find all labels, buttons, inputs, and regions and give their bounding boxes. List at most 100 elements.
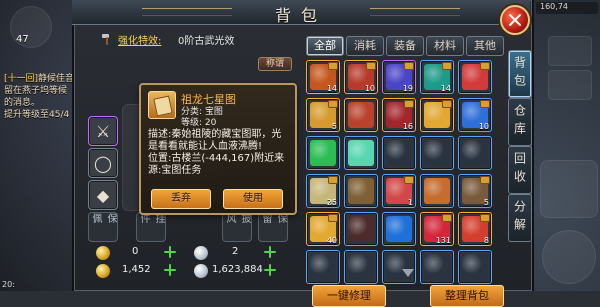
inventory-slot[interactable] xyxy=(344,250,378,284)
hud-button[interactable] xyxy=(548,36,592,66)
add-currency-icon[interactable] xyxy=(264,246,276,258)
ring-icon: ◯ xyxy=(94,153,112,173)
tab-all[interactable]: 全部 xyxy=(306,36,344,56)
item-quantity: 25 xyxy=(326,198,337,207)
inventory-slot[interactable] xyxy=(344,136,378,170)
scroll-icon xyxy=(153,95,173,117)
bound-icon xyxy=(404,100,414,108)
effect-value: 0阶古武光效 xyxy=(178,36,235,47)
title-badge[interactable]: 称谓 xyxy=(258,57,292,71)
hud-button[interactable] xyxy=(548,70,592,100)
inventory-slot[interactable]: 40 xyxy=(306,212,340,246)
item-icon xyxy=(424,254,450,280)
currency-row-1: 0 2 xyxy=(82,244,292,262)
inventory-slot[interactable] xyxy=(344,98,378,132)
inventory-slot[interactable] xyxy=(420,250,454,284)
inventory-slot[interactable] xyxy=(420,98,454,132)
inventory-slot[interactable] xyxy=(458,60,492,94)
tab-consumables[interactable]: 消耗 xyxy=(346,36,384,56)
use-button[interactable]: 使用 xyxy=(223,189,283,209)
inventory-slot[interactable] xyxy=(420,136,454,170)
sort-bag-button[interactable]: 整理背包 xyxy=(430,285,504,307)
inventory-slot[interactable] xyxy=(382,136,416,170)
equip-label-1[interactable]: 保 佩 xyxy=(88,212,118,242)
equip-slot-weapon[interactable]: ⚔ xyxy=(88,116,118,146)
add-currency-icon[interactable] xyxy=(164,246,176,258)
chat-line: 留在燕子坞等候 xyxy=(4,86,67,97)
side-tab-recycle[interactable]: 回收 xyxy=(508,146,532,194)
inventory-slot[interactable] xyxy=(382,212,416,246)
side-tabs: 背包 仓库 回收 分解 xyxy=(508,50,532,250)
inventory-slot[interactable]: 8 xyxy=(458,212,492,246)
equip-label-3[interactable]: 披 风 xyxy=(222,212,252,242)
inventory-slot[interactable]: 5 xyxy=(306,98,340,132)
side-tab-warehouse[interactable]: 仓库 xyxy=(508,98,532,146)
tab-materials[interactable]: 材料 xyxy=(426,36,464,56)
bound-icon xyxy=(404,176,414,184)
treasure-map-icon xyxy=(148,91,176,119)
tab-other[interactable]: 其他 xyxy=(466,36,504,56)
equip-label-2[interactable]: 挂 件 xyxy=(136,212,166,242)
item-quantity: 16 xyxy=(402,122,413,131)
chat-text: 静候佳音 xyxy=(38,74,75,84)
inventory-slot[interactable]: 5 xyxy=(458,174,492,208)
inventory-area: 全部 消耗 装备 材料 其他 14 10 19 14 5 16 10 25 1 5 40 131 8 一… xyxy=(306,28,506,307)
currency-value-right-1: 2 xyxy=(232,246,239,257)
chat-text: 留在燕子坞等候 xyxy=(4,86,68,96)
equip-slot-armor[interactable]: ◆ xyxy=(88,180,118,210)
inventory-slot[interactable]: 131 xyxy=(420,212,454,246)
inventory-slot[interactable]: 25 xyxy=(306,174,340,208)
chat-line: 提升等级至45/4 xyxy=(4,110,69,121)
inventory-slot[interactable] xyxy=(382,250,416,284)
inventory-slot[interactable]: 19 xyxy=(382,60,416,94)
bound-icon xyxy=(328,62,338,70)
side-tab-bag[interactable]: 背包 xyxy=(508,50,532,98)
hammer-icon xyxy=(102,34,109,45)
inventory-slot[interactable]: 14 xyxy=(420,60,454,94)
inventory-slot[interactable] xyxy=(420,174,454,208)
right-hud: 160,74 xyxy=(530,0,600,291)
silver-ingot-icon xyxy=(194,264,208,278)
inventory-slot[interactable] xyxy=(344,212,378,246)
add-currency-icon[interactable] xyxy=(164,264,176,276)
side-tab-label: 分解 xyxy=(512,200,527,236)
item-quantity: 10 xyxy=(364,84,375,93)
item-quantity: 14 xyxy=(326,84,337,93)
inventory-slot[interactable]: 10 xyxy=(344,60,378,94)
side-tab-label: 回收 xyxy=(512,152,527,188)
inventory-slot[interactable]: 14 xyxy=(306,60,340,94)
inventory-slot[interactable] xyxy=(306,250,340,284)
side-tab-decompose[interactable]: 分解 xyxy=(508,194,532,242)
scroll-down-icon[interactable] xyxy=(402,269,414,277)
item-icon xyxy=(424,140,450,166)
inventory-slot[interactable] xyxy=(344,174,378,208)
bound-icon xyxy=(480,214,490,222)
inventory-slot[interactable]: 1 xyxy=(382,174,416,208)
title-bar: 背包 xyxy=(72,0,530,25)
item-icon xyxy=(348,216,374,242)
add-currency-icon[interactable] xyxy=(264,264,276,276)
inventory-slot[interactable] xyxy=(458,250,492,284)
chat-line: [十一回]静候佳音 xyxy=(4,74,74,85)
effect-label[interactable]: 强化特效: xyxy=(118,32,161,47)
item-quantity: 5 xyxy=(331,122,337,131)
skill-button[interactable] xyxy=(540,160,598,218)
equip-label-4[interactable]: 保 留 xyxy=(258,212,288,242)
inventory-slot[interactable] xyxy=(458,136,492,170)
bound-icon xyxy=(480,62,490,70)
inventory-slot[interactable]: 10 xyxy=(458,98,492,132)
inventory-slot[interactable] xyxy=(306,136,340,170)
inventory-slot[interactable]: 16 xyxy=(382,98,416,132)
discard-button[interactable]: 丢弃 xyxy=(151,189,211,209)
item-quantity: 10 xyxy=(478,122,489,131)
repair-all-button[interactable]: 一键修理 xyxy=(312,285,386,307)
equip-slot-ring[interactable]: ◯ xyxy=(88,148,118,178)
item-icon xyxy=(462,140,488,166)
tab-equipment[interactable]: 装备 xyxy=(386,36,424,56)
item-icon xyxy=(462,254,488,280)
attack-button[interactable] xyxy=(542,230,596,284)
currency-value-right-2: 1,623,884 xyxy=(212,264,263,275)
inventory-tabs: 全部 消耗 装备 材料 其他 xyxy=(306,36,506,56)
bound-icon xyxy=(328,100,338,108)
bound-icon xyxy=(404,62,414,70)
